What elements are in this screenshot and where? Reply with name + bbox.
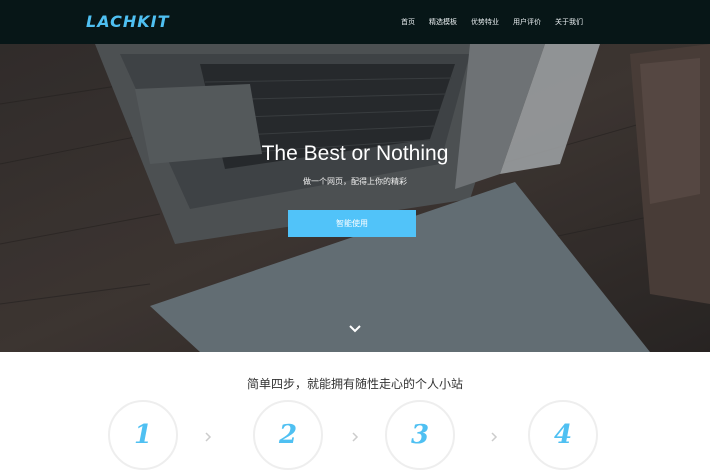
nav-item-reviews[interactable]: 用户评价 (513, 17, 541, 27)
hero-title: The Best or Nothing (261, 142, 449, 165)
hero-subtitle: 做一个网页，配得上你的精彩 (303, 177, 407, 186)
cta-button[interactable]: 智能使用 (288, 210, 416, 237)
steps-heading: 简单四步，就能拥有随性走心的个人小站 (246, 377, 463, 391)
chevron-down-icon[interactable] (348, 324, 362, 334)
step-number: 3 (410, 420, 430, 450)
chevron-right-icon (205, 432, 212, 442)
hero-overlay (0, 44, 710, 352)
step-number: 2 (278, 420, 298, 450)
brand-logo[interactable]: LACHKIT (86, 12, 169, 31)
nav-item-home[interactable]: 首页 (401, 17, 415, 27)
chevron-right-icon (352, 432, 359, 442)
chevron-right-icon (491, 432, 498, 442)
step-number: 4 (553, 420, 573, 450)
step-number: 1 (133, 420, 153, 450)
nav-item-templates[interactable]: 精选模板 (429, 17, 457, 27)
hero-banner: The Best or Nothing 做一个网页，配得上你的精彩 智能使用 (0, 44, 710, 352)
nav-item-features[interactable]: 优势特业 (471, 17, 499, 27)
main-nav: 首页 精选模板 优势特业 用户评价 关于我们 (401, 17, 583, 27)
top-navbar: LACHKIT 首页 精选模板 优势特业 用户评价 关于我们 (0, 0, 710, 44)
nav-item-about[interactable]: 关于我们 (555, 17, 583, 27)
